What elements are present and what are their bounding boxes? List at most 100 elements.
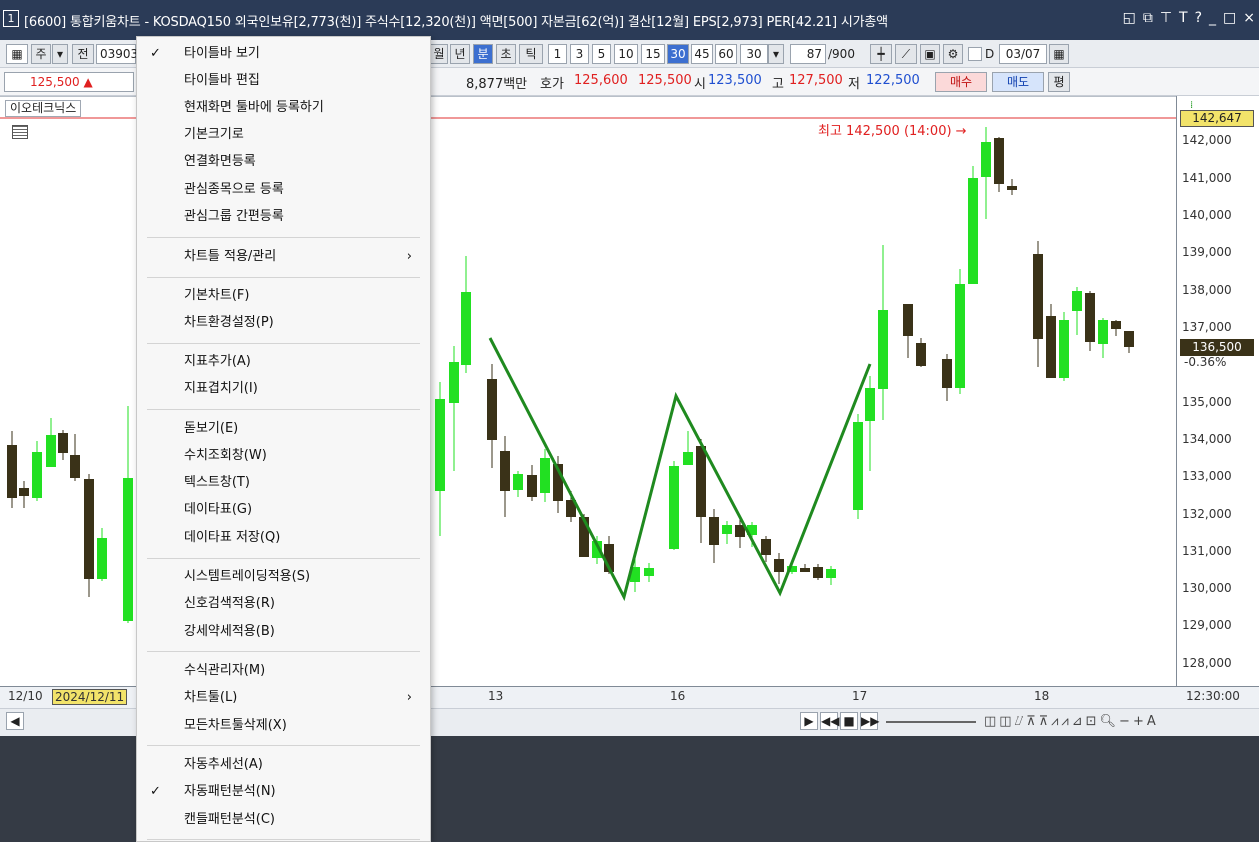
- interval-10[interactable]: 10: [614, 44, 638, 64]
- chevron-down-icon[interactable]: ▾: [52, 44, 68, 64]
- close-icon[interactable]: ×: [1243, 10, 1255, 26]
- menu-item-titlebar-show[interactable]: ✓ 타이틀바 보기: [137, 41, 430, 67]
- interval-select[interactable]: 30: [740, 44, 768, 64]
- layout-icon[interactable]: ▦: [6, 44, 28, 64]
- buy-button[interactable]: 매수: [935, 72, 987, 92]
- period-minute-button[interactable]: 분: [473, 44, 493, 64]
- menu-item-register-toolbar[interactable]: 현재화면 툴바에 등록하기: [137, 95, 430, 121]
- count-input[interactable]: 87: [790, 44, 826, 64]
- restore-icon[interactable]: ◱: [1123, 10, 1136, 26]
- candle-body: [669, 466, 679, 549]
- menu-item-add-indicator[interactable]: 지표추가(A): [137, 349, 430, 375]
- speed-slider[interactable]: [886, 721, 976, 723]
- interval-60[interactable]: 60: [715, 44, 737, 64]
- menu-item-auto-pattern[interactable]: ✓ 자동패턴분석(N): [137, 779, 430, 805]
- candle-body: [1046, 316, 1056, 378]
- interval-5[interactable]: 5: [592, 44, 611, 64]
- date-checkbox-label: D: [985, 47, 995, 61]
- interval-1[interactable]: 1: [548, 44, 567, 64]
- gear-icon[interactable]: ⚙: [943, 44, 963, 64]
- save-icon[interactable]: ▣: [920, 44, 940, 64]
- candle-body: [813, 567, 823, 578]
- menu-item-system-trading[interactable]: 시스템트레이딩적용(S): [137, 564, 430, 590]
- menu-item-add-watchlist[interactable]: 관심종목으로 등록: [137, 177, 430, 203]
- menu-item-formula-manager[interactable]: 수식관리자(M): [137, 658, 430, 684]
- interval-45[interactable]: 45: [691, 44, 713, 64]
- menu-item-value-window[interactable]: 수치조회창(W): [137, 443, 430, 469]
- candle-body: [826, 569, 836, 578]
- menu-item-titlebar-edit[interactable]: 타이틀바 편집: [137, 68, 430, 94]
- menu-item-label: 자동패턴분석(N): [184, 784, 276, 799]
- period-tick-button[interactable]: 틱: [519, 44, 543, 64]
- menu-item-default-size[interactable]: 기본크기로: [137, 122, 430, 148]
- menu-item-basic-chart[interactable]: 기본차트(F): [137, 283, 430, 309]
- candle-body: [853, 422, 863, 510]
- menu-separator: [147, 839, 420, 840]
- stop-icon[interactable]: ■: [840, 712, 858, 730]
- low-label: 저: [848, 77, 860, 92]
- play-icon[interactable]: ▶: [800, 712, 818, 730]
- menu-item-save-data-table[interactable]: 데이타표 저장(Q): [137, 525, 430, 551]
- date-input[interactable]: 03/07: [999, 44, 1047, 64]
- candle-body: [683, 452, 693, 465]
- candle-type-icon[interactable]: ┿: [870, 44, 892, 64]
- pin-icon[interactable]: ⊤: [1160, 10, 1172, 26]
- menu-item-label: 기본크기로: [184, 127, 244, 142]
- maximize-icon[interactable]: □: [1223, 10, 1236, 26]
- menu-item-chart-settings[interactable]: 차트환경설정(P): [137, 310, 430, 336]
- minimize-icon[interactable]: _: [1209, 10, 1216, 26]
- check-icon: ✓: [150, 784, 161, 799]
- menu-item-label: 기본차트(F): [184, 288, 250, 303]
- line-tool-icon[interactable]: ⟋: [895, 44, 917, 64]
- menu-item-delete-all-tools[interactable]: 모든차트툴삭제(X): [137, 713, 430, 739]
- ask-bid-label: 호가: [540, 77, 564, 92]
- prev-button[interactable]: 전: [72, 44, 94, 64]
- sell-button[interactable]: 매도: [992, 72, 1044, 92]
- market-select[interactable]: 주: [31, 44, 51, 64]
- period-year-button[interactable]: 년: [450, 44, 470, 64]
- menu-item-magnifier[interactable]: 돋보기(E): [137, 416, 430, 442]
- chevron-right-icon: ›: [406, 690, 412, 705]
- interval-30[interactable]: 30: [667, 44, 689, 64]
- chart-tools-icons[interactable]: ◫◫⌰⊼⊼⩘⩘⊿⊡🔍︎−+A: [984, 714, 1159, 729]
- calendar-icon[interactable]: ▦: [1049, 44, 1069, 64]
- help-icon[interactable]: ?: [1195, 10, 1202, 26]
- link-icon[interactable]: ⧉: [1143, 10, 1153, 26]
- context-menu: ✓ 타이틀바 보기 타이틀바 편집 현재화면 툴바에 등록하기 기본크기로 연결화…: [136, 36, 431, 842]
- date-checkbox[interactable]: [968, 47, 982, 61]
- menu-item-candle-pattern[interactable]: 캔들패턴분석(C): [137, 807, 430, 833]
- low-price: 122,500: [866, 73, 920, 88]
- text-icon[interactable]: T: [1179, 10, 1188, 26]
- menu-item-label: 신호검색적용(R): [184, 596, 275, 611]
- chevron-down-icon[interactable]: ▾: [768, 44, 784, 64]
- menu-item-text-window[interactable]: 텍스트창(T): [137, 470, 430, 496]
- menu-item-auto-trendline[interactable]: 자동추세선(A): [137, 752, 430, 778]
- interval-15[interactable]: 15: [641, 44, 665, 64]
- menu-item-label: 관심그룹 간편등록: [184, 209, 284, 224]
- y-tick: 142,000: [1182, 133, 1232, 147]
- menu-item-signal-search[interactable]: 신호검색적용(R): [137, 591, 430, 617]
- y-tick: 131,000: [1182, 544, 1232, 558]
- interval-3[interactable]: 3: [570, 44, 589, 64]
- menu-item-strength-weakness[interactable]: 강세약세적용(B): [137, 619, 430, 645]
- forward-icon[interactable]: ▶▶: [860, 712, 879, 730]
- candle-body: [1059, 320, 1069, 378]
- menu-item-group-register[interactable]: 관심그룹 간편등록: [137, 204, 430, 230]
- menu-item-chart-tool[interactable]: 차트툴(L) ›: [137, 685, 430, 711]
- candle-body: [1007, 186, 1017, 190]
- menu-item-chart-frame[interactable]: 차트틀 적용/관리 ›: [137, 244, 430, 270]
- window-number[interactable]: 1: [3, 10, 19, 27]
- menu-item-link-screen[interactable]: 연결화면등록: [137, 149, 430, 175]
- rewind-icon[interactable]: ◀◀: [820, 712, 839, 730]
- candle-body: [1098, 320, 1108, 344]
- menu-item-overlay-indicator[interactable]: 지표겹치기(I): [137, 376, 430, 402]
- menu-item-label: 모든차트툴삭제(X): [184, 718, 287, 733]
- window-title: [6600] 통합키움차트 - KOSDAQ150 외국인보유[2,773(천)…: [24, 15, 888, 30]
- eval-button[interactable]: 평: [1048, 72, 1070, 92]
- menu-item-data-table[interactable]: 데이타표(G): [137, 497, 430, 523]
- period-second-button[interactable]: 초: [496, 44, 516, 64]
- period-month-button[interactable]: 월: [430, 44, 448, 64]
- menu-separator: [147, 237, 420, 238]
- stock-code-input[interactable]: 03903: [96, 44, 138, 64]
- scroll-left-icon[interactable]: ◀: [6, 712, 24, 730]
